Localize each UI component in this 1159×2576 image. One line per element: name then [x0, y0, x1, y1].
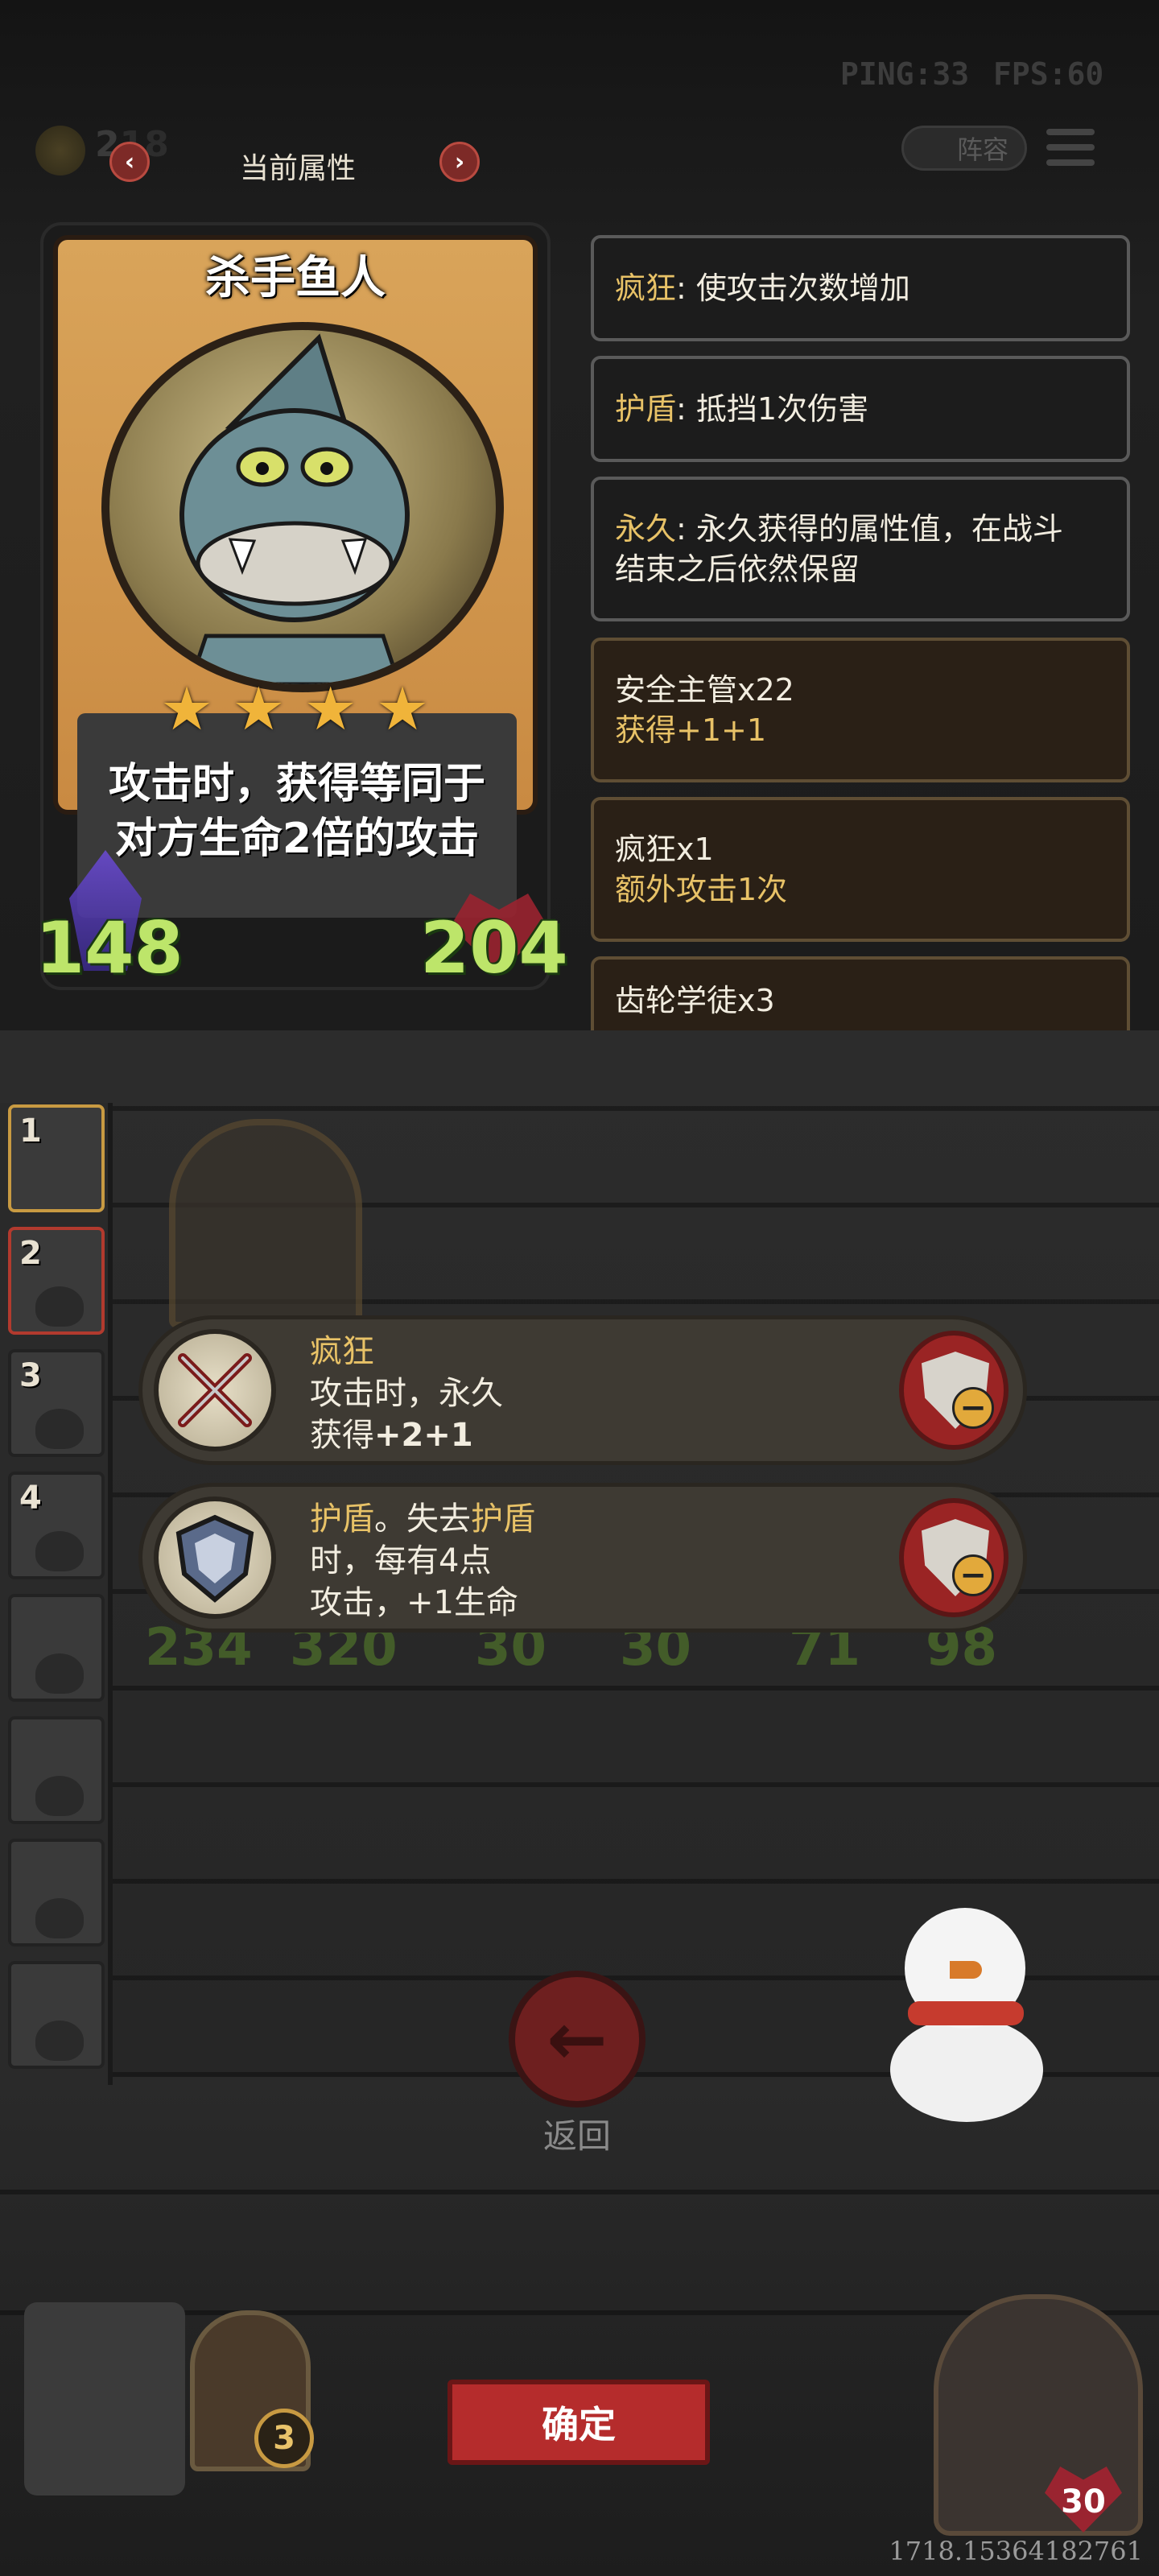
sidebar-slot-1[interactable]: 1 [8, 1104, 105, 1212]
shield-crest-icon [154, 1496, 276, 1619]
menu-icon[interactable] [1046, 129, 1095, 169]
lineup-button[interactable]: 阵容 [901, 126, 1027, 171]
confirm-button[interactable]: 确定 [448, 2380, 710, 2465]
star-icon: ★ [232, 675, 286, 744]
card-name: 杀手鱼人 [205, 252, 386, 304]
board-unit-fishman[interactable] [169, 1119, 362, 1328]
star-icon: ★ [375, 675, 430, 744]
count-badge: 3 [254, 2409, 314, 2468]
skill-description: 护盾。失去护盾 时，每有4点 攻击，+1生命 [310, 1501, 535, 1621]
card-attack: 148 [35, 906, 184, 989]
skill-row-frenzy: 疯狂 攻击时，永久 获得+2+1 − [138, 1315, 1027, 1465]
info-buff-security-chief: 安全主管x22 获得+1+1 [591, 638, 1130, 782]
sidebar-slot-6[interactable] [8, 1716, 105, 1824]
star-icon: ★ [303, 675, 357, 744]
sidebar-slot-5[interactable] [8, 1594, 105, 1702]
sidebar-slot-4[interactable]: 4 [8, 1472, 105, 1579]
star-icon: ★ [159, 675, 214, 744]
ping-readout: PING:33 [840, 56, 970, 92]
snowman-nose [950, 1961, 982, 1979]
sidebar-slot-3[interactable]: 3 [8, 1349, 105, 1457]
skull-icon [35, 1286, 84, 1327]
attribute-info-list[interactable]: 疯狂: 使攻击次数增加 护盾: 抵挡1次伤害 永久: 永久获得的属性值，在战斗 … [584, 225, 1132, 1030]
info-keyword-shield: 护盾: 抵挡1次伤害 [591, 356, 1130, 462]
prev-attribute-button[interactable]: ‹ [109, 142, 150, 182]
info-keyword-frenzy: 疯狂: 使攻击次数增加 [591, 235, 1130, 341]
info-keyword-permanent: 永久: 永久获得的属性值，在战斗 结束之后依然保留 [591, 477, 1130, 621]
floor-line [0, 2190, 1159, 2194]
player-avatar[interactable] [24, 2302, 185, 2496]
back-arrow-icon: ← [547, 1996, 608, 2082]
info-buff-gear-apprentice: 齿轮学徒x3 [591, 956, 1130, 1030]
card-stars: ★ ★ ★ ★ [158, 675, 431, 744]
skull-icon [35, 1653, 84, 1694]
snowman-scarf [908, 2001, 1024, 2025]
skill-row-shield: 护盾。失去护盾 时，每有4点 攻击，+1生命 − [138, 1483, 1027, 1633]
minus-icon: − [952, 1387, 994, 1429]
crossed-swords-icon [154, 1329, 276, 1451]
skull-icon [35, 1898, 84, 1938]
coin-icon [35, 126, 85, 175]
remove-skill-button[interactable]: − [899, 1331, 1008, 1450]
sidebar-slot-2[interactable]: 2 [8, 1227, 105, 1335]
unit-sidebar: 1 2 3 4 [0, 1103, 113, 2085]
skull-icon [35, 2021, 84, 2061]
back-label[interactable]: 返回 [509, 2109, 645, 2158]
skull-icon [35, 1531, 84, 1571]
snowman-decoration [890, 2017, 1043, 2122]
next-attribute-button[interactable]: › [439, 142, 480, 182]
sidebar-slot-8[interactable] [8, 1961, 105, 2069]
info-buff-frenzy: 疯狂x1 额外攻击1次 [591, 797, 1130, 942]
attributes-title: 当前属性 [239, 152, 356, 185]
remove-skill-button[interactable]: − [899, 1498, 1008, 1617]
card-description: 攻击时，获得等同于 对方生命2倍的攻击 [108, 760, 485, 863]
skill-description: 疯狂 攻击时，永久 获得+2+1 [310, 1333, 503, 1454]
card-health: 204 [420, 906, 568, 989]
back-button[interactable]: ← [509, 1971, 645, 2107]
skull-icon [35, 1776, 84, 1816]
skull-icon [35, 1409, 84, 1449]
session-id: 1718.15364182761 [889, 2536, 1143, 2566]
fps-readout: FPS:60 [993, 56, 1104, 92]
fishman-portrait [101, 322, 504, 692]
minus-icon: − [952, 1554, 994, 1596]
sidebar-slot-7[interactable] [8, 1839, 105, 1946]
